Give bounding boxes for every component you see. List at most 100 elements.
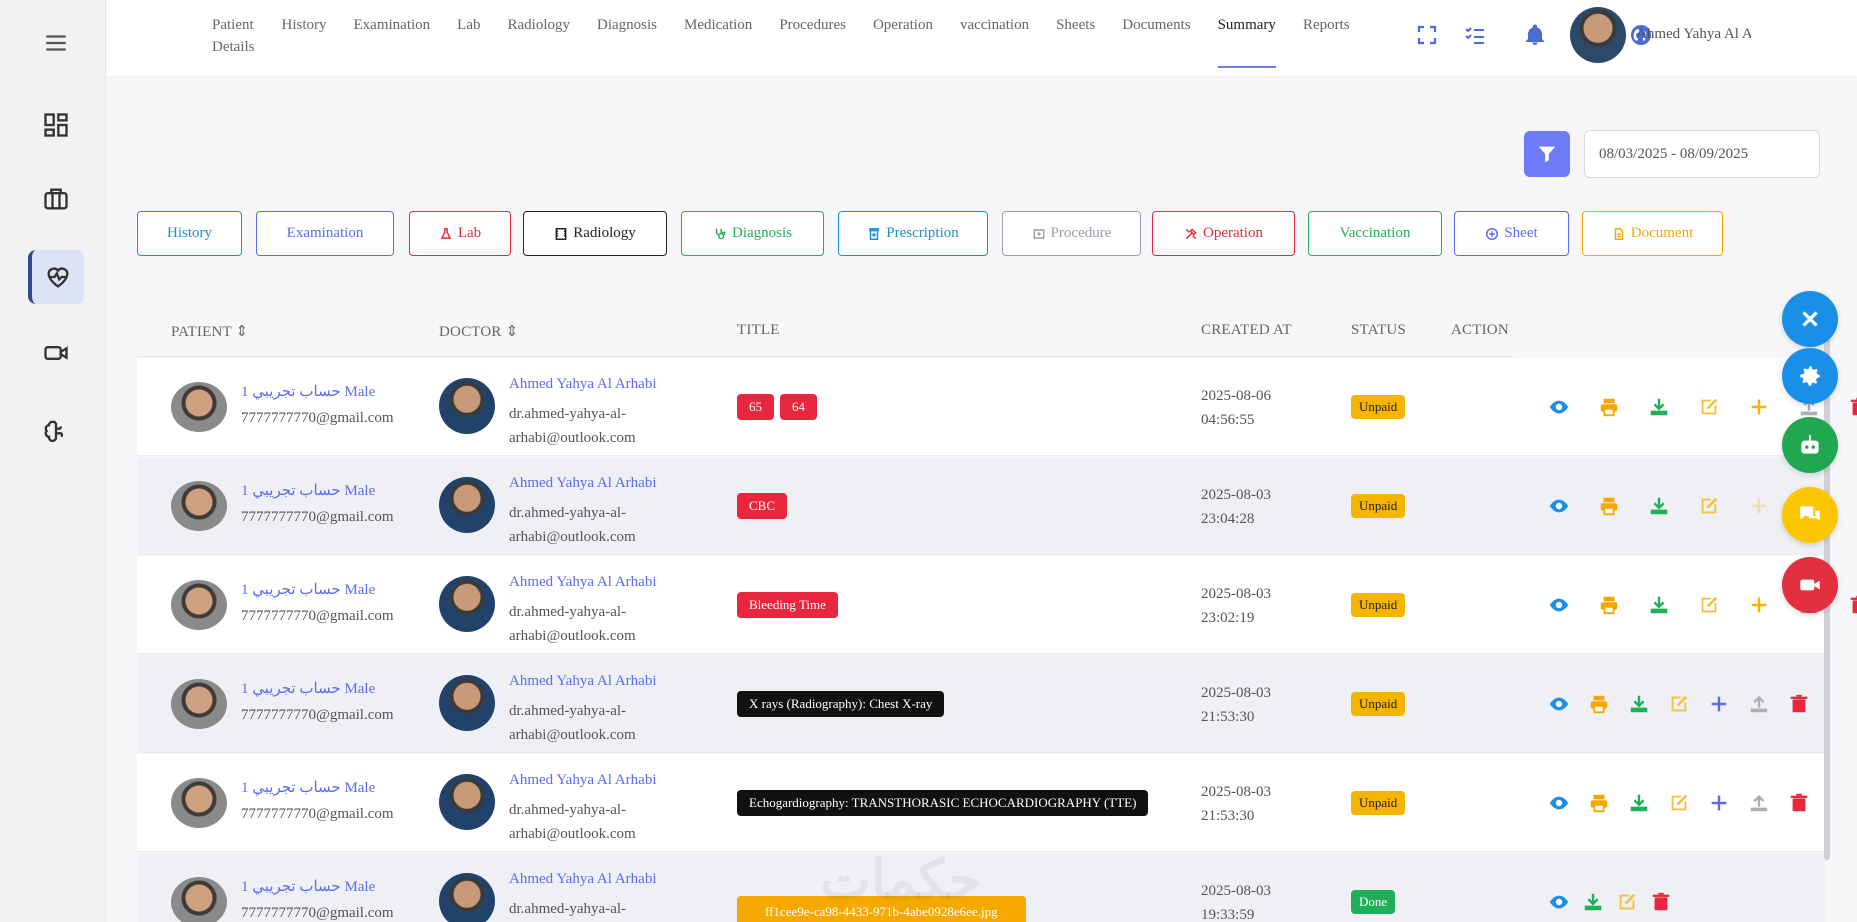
view-action-button[interactable] <box>1547 593 1571 617</box>
pill-document[interactable]: Document <box>1582 211 1723 256</box>
upload-action-button[interactable] <box>1747 791 1771 815</box>
title-tag[interactable]: 65 <box>737 394 774 420</box>
doctor-avatar[interactable] <box>439 378 495 434</box>
view-action-button[interactable] <box>1547 395 1571 419</box>
nav-tab[interactable]: Radiology <box>507 14 570 66</box>
edit-action-button[interactable] <box>1667 692 1691 716</box>
pill-lab[interactable]: Lab <box>409 211 511 256</box>
sidebar-item-dashboard[interactable] <box>28 98 84 152</box>
nav-tab[interactable]: History <box>282 14 327 66</box>
pill-prescription[interactable]: Prescription <box>838 211 988 256</box>
pill-sheet[interactable]: Sheet <box>1454 211 1569 256</box>
upload-action-button[interactable] <box>1747 692 1771 716</box>
view-action-button[interactable] <box>1547 692 1571 716</box>
doctor-name-link[interactable]: Ahmed Yahya Al Arhabi <box>509 871 657 888</box>
title-tag[interactable]: CBC <box>737 493 788 519</box>
pill-examination[interactable]: Examination <box>256 211 394 256</box>
nav-tab[interactable]: Diagnosis <box>597 14 657 66</box>
doctor-name-link[interactable]: Ahmed Yahya Al Arhabi <box>509 475 657 492</box>
nav-tab[interactable]: Sheets <box>1056 14 1095 66</box>
trash-action-button[interactable] <box>1787 791 1811 815</box>
filter-button[interactable] <box>1524 131 1570 177</box>
title-tag[interactable]: X rays (Radiography): Chest X-ray <box>737 691 945 717</box>
patient-avatar[interactable] <box>171 679 227 729</box>
nav-tab[interactable]: Summary <box>1217 14 1277 68</box>
add-action-button[interactable] <box>1747 593 1771 617</box>
title-tag[interactable]: Bleeding Time <box>737 592 838 618</box>
nav-tab[interactable]: Examination <box>354 14 431 66</box>
patient-name-link[interactable]: حساب تجريبي 1 Male <box>241 481 375 500</box>
nav-tab[interactable]: Documents <box>1122 14 1190 66</box>
pill-procedure[interactable]: Procedure <box>1002 211 1141 256</box>
user-avatar[interactable] <box>1570 7 1626 63</box>
patient-name-link[interactable]: حساب تجريبي 1 Male <box>241 580 375 599</box>
doctor-name-link[interactable]: Ahmed Yahya Al Arhabi <box>509 673 657 690</box>
doctor-avatar[interactable] <box>439 873 495 922</box>
title-tag[interactable]: 64 <box>780 394 817 420</box>
patient-name-link[interactable]: حساب تجريبي 1 Male <box>241 382 375 401</box>
pill-diagnosis[interactable]: Diagnosis <box>681 211 824 256</box>
nav-tab[interactable]: Medication <box>684 14 752 66</box>
close-fab-button[interactable] <box>1782 291 1838 347</box>
menu-toggle-button[interactable] <box>28 16 84 70</box>
download-action-button[interactable] <box>1581 890 1605 914</box>
print-action-button[interactable] <box>1597 593 1621 617</box>
patient-name-link[interactable]: حساب تجريبي 1 Male <box>241 679 375 698</box>
tasks-button[interactable] <box>1462 22 1488 48</box>
sidebar-item-briefcase[interactable] <box>28 172 84 226</box>
fullscreen-button[interactable] <box>1414 22 1440 48</box>
add-action-button[interactable] <box>1707 692 1731 716</box>
download-action-button[interactable] <box>1647 593 1671 617</box>
view-action-button[interactable] <box>1547 494 1571 518</box>
view-action-button[interactable] <box>1547 791 1571 815</box>
download-action-button[interactable] <box>1647 494 1671 518</box>
edit-action-button[interactable] <box>1697 395 1721 419</box>
edit-action-button[interactable] <box>1615 890 1639 914</box>
patient-name-link[interactable]: حساب تجريبي 1 Male <box>241 778 375 797</box>
trash-action-button[interactable] <box>1847 593 1857 617</box>
sidebar-item-brain[interactable] <box>28 404 84 458</box>
nav-tab[interactable]: Procedures <box>779 14 846 66</box>
user-name[interactable]: Ahmed Yahya Al Arhabi <box>1636 26 1751 43</box>
edit-action-button[interactable] <box>1697 593 1721 617</box>
add-action-button[interactable] <box>1747 494 1771 518</box>
nav-tab[interactable]: Lab <box>457 14 480 66</box>
header-patient[interactable]: PATIENT ⇕ <box>171 322 248 341</box>
doctor-avatar[interactable] <box>439 576 495 632</box>
doctor-avatar[interactable] <box>439 477 495 533</box>
download-action-button[interactable] <box>1647 395 1671 419</box>
patient-avatar[interactable] <box>171 778 227 828</box>
patient-avatar[interactable] <box>171 580 227 630</box>
sidebar-item-video[interactable] <box>28 326 84 380</box>
settings-fab-button[interactable] <box>1782 348 1838 404</box>
patient-avatar[interactable] <box>171 481 227 531</box>
doctor-name-link[interactable]: Ahmed Yahya Al Arhabi <box>509 772 657 789</box>
edit-action-button[interactable] <box>1667 791 1691 815</box>
nav-tab[interactable]: Operation <box>873 14 933 66</box>
patient-avatar[interactable] <box>171 877 227 922</box>
doctor-name-link[interactable]: Ahmed Yahya Al Arhabi <box>509 376 657 393</box>
pill-radiology[interactable]: Radiology <box>523 211 667 256</box>
print-action-button[interactable] <box>1587 791 1611 815</box>
print-action-button[interactable] <box>1597 395 1621 419</box>
nav-tab[interactable]: Patient Details <box>212 14 255 66</box>
patient-avatar[interactable] <box>171 382 227 432</box>
edit-action-button[interactable] <box>1697 494 1721 518</box>
doctor-name-link[interactable]: Ahmed Yahya Al Arhabi <box>509 574 657 591</box>
download-action-button[interactable] <box>1627 692 1651 716</box>
print-action-button[interactable] <box>1597 494 1621 518</box>
add-action-button[interactable] <box>1707 791 1731 815</box>
nav-tab[interactable]: vaccination <box>960 14 1029 66</box>
view-action-button[interactable] <box>1547 890 1571 914</box>
nav-tab[interactable]: Reports <box>1303 14 1350 66</box>
doctor-avatar[interactable] <box>439 774 495 830</box>
pill-vaccination[interactable]: Vaccination <box>1308 211 1442 256</box>
date-range-input[interactable] <box>1584 130 1820 178</box>
patient-name-link[interactable]: حساب تجريبي 1 Male <box>241 877 375 896</box>
bot-fab-button[interactable] <box>1782 417 1838 473</box>
chat-fab-button[interactable] <box>1782 487 1838 543</box>
download-action-button[interactable] <box>1627 791 1651 815</box>
pill-history[interactable]: History <box>137 211 242 256</box>
print-action-button[interactable] <box>1587 692 1611 716</box>
doctor-avatar[interactable] <box>439 675 495 731</box>
